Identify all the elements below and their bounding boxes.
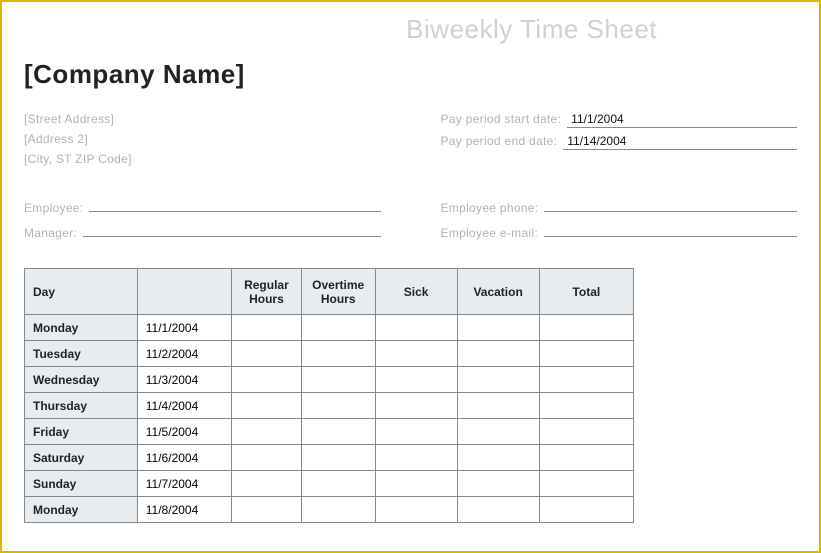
cell-total[interactable] (539, 445, 633, 471)
cell-sick[interactable] (375, 367, 457, 393)
cell-vacation[interactable] (457, 367, 539, 393)
cell-sick[interactable] (375, 341, 457, 367)
table-row: Monday11/8/2004 (25, 497, 634, 523)
cell-day: Sunday (25, 471, 138, 497)
cell-vacation[interactable] (457, 315, 539, 341)
timesheet-table: Day Regular Hours Overtime Hours Sick Va… (24, 268, 634, 523)
cell-regular[interactable] (232, 419, 302, 445)
cell-regular[interactable] (232, 393, 302, 419)
cell-day: Wednesday (25, 367, 138, 393)
cell-total[interactable] (539, 341, 633, 367)
cell-date: 11/8/2004 (137, 497, 231, 523)
cell-total[interactable] (539, 419, 633, 445)
cell-date: 11/5/2004 (137, 419, 231, 445)
employee-label: Employee: (24, 201, 83, 215)
cell-overtime[interactable] (301, 341, 375, 367)
cell-day: Thursday (25, 393, 138, 419)
col-date (137, 269, 231, 315)
cell-total[interactable] (539, 393, 633, 419)
cell-date: 11/6/2004 (137, 445, 231, 471)
manager-field[interactable] (83, 221, 380, 237)
cell-vacation[interactable] (457, 393, 539, 419)
address-street: [Street Address] (24, 112, 381, 126)
period-start-label: Pay period start date: (441, 112, 562, 126)
cell-sick[interactable] (375, 315, 457, 341)
cell-regular[interactable] (232, 341, 302, 367)
cell-total[interactable] (539, 471, 633, 497)
cell-vacation[interactable] (457, 445, 539, 471)
employee-email-field[interactable] (544, 221, 797, 237)
col-total: Total (539, 269, 633, 315)
col-vacation: Vacation (457, 269, 539, 315)
cell-overtime[interactable] (301, 315, 375, 341)
cell-day: Tuesday (25, 341, 138, 367)
cell-day: Saturday (25, 445, 138, 471)
cell-regular[interactable] (232, 367, 302, 393)
cell-date: 11/4/2004 (137, 393, 231, 419)
col-regular: Regular Hours (232, 269, 302, 315)
cell-regular[interactable] (232, 497, 302, 523)
table-row: Sunday11/7/2004 (25, 471, 634, 497)
cell-vacation[interactable] (457, 419, 539, 445)
cell-sick[interactable] (375, 445, 457, 471)
cell-total[interactable] (539, 497, 633, 523)
company-name: [Company Name] (24, 59, 797, 90)
cell-overtime[interactable] (301, 419, 375, 445)
address-line2: [Address 2] (24, 132, 381, 146)
cell-date: 11/7/2004 (137, 471, 231, 497)
cell-sick[interactable] (375, 419, 457, 445)
period-end-value: 11/14/2004 (563, 134, 797, 150)
cell-vacation[interactable] (457, 497, 539, 523)
employee-field[interactable] (89, 196, 380, 212)
cell-sick[interactable] (375, 497, 457, 523)
cell-sick[interactable] (375, 471, 457, 497)
table-row: Monday11/1/2004 (25, 315, 634, 341)
cell-date: 11/3/2004 (137, 367, 231, 393)
table-row: Friday11/5/2004 (25, 419, 634, 445)
table-row: Saturday11/6/2004 (25, 445, 634, 471)
cell-regular[interactable] (232, 471, 302, 497)
cell-total[interactable] (539, 367, 633, 393)
table-row: Thursday11/4/2004 (25, 393, 634, 419)
cell-overtime[interactable] (301, 471, 375, 497)
employee-phone-label: Employee phone: (441, 201, 539, 215)
cell-day: Monday (25, 315, 138, 341)
cell-date: 11/2/2004 (137, 341, 231, 367)
cell-overtime[interactable] (301, 497, 375, 523)
cell-day: Monday (25, 497, 138, 523)
cell-overtime[interactable] (301, 445, 375, 471)
cell-total[interactable] (539, 315, 633, 341)
col-overtime: Overtime Hours (301, 269, 375, 315)
employee-phone-field[interactable] (544, 196, 797, 212)
col-day: Day (25, 269, 138, 315)
cell-regular[interactable] (232, 445, 302, 471)
employee-email-label: Employee e-mail: (441, 226, 539, 240)
period-end-label: Pay period end date: (441, 134, 558, 148)
cell-regular[interactable] (232, 315, 302, 341)
page-title: Biweekly Time Sheet (24, 14, 797, 45)
cell-overtime[interactable] (301, 393, 375, 419)
cell-day: Friday (25, 419, 138, 445)
cell-overtime[interactable] (301, 367, 375, 393)
cell-vacation[interactable] (457, 471, 539, 497)
period-start-value: 11/1/2004 (567, 112, 797, 128)
address-citystatezip: [City, ST ZIP Code] (24, 152, 381, 166)
table-row: Tuesday11/2/2004 (25, 341, 634, 367)
manager-label: Manager: (24, 226, 77, 240)
cell-date: 11/1/2004 (137, 315, 231, 341)
col-sick: Sick (375, 269, 457, 315)
cell-vacation[interactable] (457, 341, 539, 367)
table-row: Wednesday11/3/2004 (25, 367, 634, 393)
cell-sick[interactable] (375, 393, 457, 419)
table-header-row: Day Regular Hours Overtime Hours Sick Va… (25, 269, 634, 315)
